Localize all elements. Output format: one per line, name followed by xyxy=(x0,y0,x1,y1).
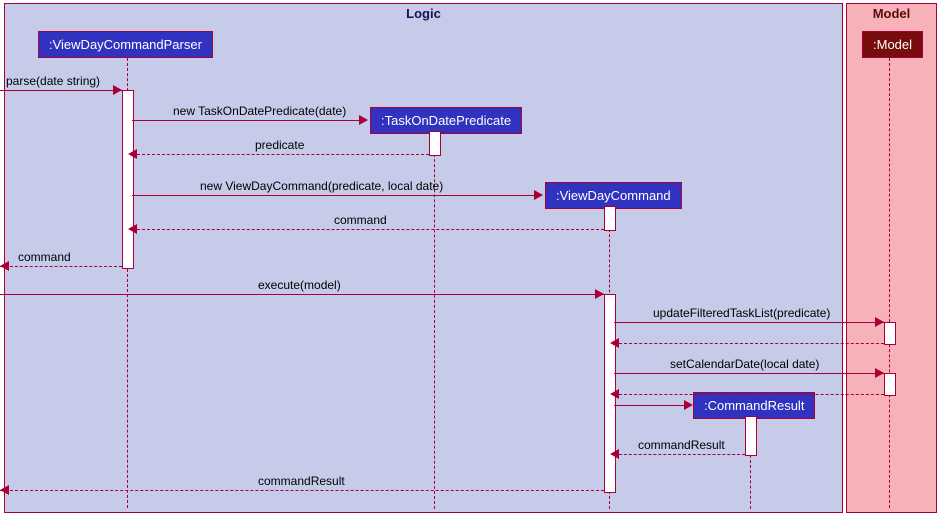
return-updatefiltered xyxy=(614,343,884,344)
arrow-execute xyxy=(0,294,604,295)
arrowhead-return-predicate xyxy=(128,149,137,159)
return-command xyxy=(132,229,604,230)
arrowhead-setcalendar xyxy=(875,368,884,378)
arrow-parse-in xyxy=(0,90,122,91)
msg-new-predicate: new TaskOnDatePredicate(date) xyxy=(173,104,346,118)
arrowhead-return-execute-out xyxy=(0,485,9,495)
lifeline-model xyxy=(889,58,890,508)
participant-result: :CommandResult xyxy=(693,392,815,419)
msg-return-result: commandResult xyxy=(638,438,725,452)
frame-model: Model xyxy=(846,3,937,513)
msg-execute: execute(model) xyxy=(258,278,341,292)
arrow-updatefiltered xyxy=(614,322,884,323)
arrowhead-return-setcalendar xyxy=(610,389,619,399)
return-result xyxy=(614,454,745,455)
return-predicate xyxy=(132,154,429,155)
activation-command-create xyxy=(604,206,616,231)
arrowhead-return-command xyxy=(128,224,137,234)
arrow-new-predicate xyxy=(132,120,367,121)
arrowhead-new-predicate xyxy=(359,115,368,125)
arrowhead-new-command xyxy=(534,190,543,200)
msg-setcalendar: setCalendarDate(local date) xyxy=(670,357,819,371)
msg-updatefiltered: updateFilteredTaskList(predicate) xyxy=(653,306,830,320)
msg-parse: parse(date string) xyxy=(6,74,100,88)
activation-predicate xyxy=(429,131,441,156)
arrow-setcalendar xyxy=(614,373,884,374)
participant-predicate: :TaskOnDatePredicate xyxy=(370,107,522,134)
msg-return-execute-out: commandResult xyxy=(258,474,345,488)
msg-return-command: command xyxy=(334,213,387,227)
activation-model-2 xyxy=(884,373,896,396)
frame-model-title: Model xyxy=(867,4,917,23)
arrowhead-parse-in xyxy=(113,85,122,95)
activation-model-1 xyxy=(884,322,896,345)
activation-result xyxy=(745,416,757,456)
msg-return-predicate: predicate xyxy=(255,138,304,152)
arrowhead-return-updatefiltered xyxy=(610,338,619,348)
participant-command: :ViewDayCommand xyxy=(545,182,682,209)
return-setcalendar xyxy=(614,394,884,395)
frame-logic-title: Logic xyxy=(400,4,447,23)
msg-new-command: new ViewDayCommand(predicate, local date… xyxy=(200,179,443,193)
return-parse-out xyxy=(0,266,122,267)
arrowhead-execute xyxy=(595,289,604,299)
activation-parser xyxy=(122,90,134,269)
arrowhead-new-result xyxy=(684,400,693,410)
arrow-new-command xyxy=(132,195,542,196)
arrow-new-result xyxy=(614,405,691,406)
return-execute-out xyxy=(0,490,604,491)
msg-return-parse-out: command xyxy=(18,250,71,264)
arrowhead-return-result xyxy=(610,449,619,459)
arrowhead-updatefiltered xyxy=(875,317,884,327)
arrowhead-return-parse-out xyxy=(0,261,9,271)
participant-parser: :ViewDayCommandParser xyxy=(38,31,213,58)
participant-model: :Model xyxy=(862,31,923,58)
